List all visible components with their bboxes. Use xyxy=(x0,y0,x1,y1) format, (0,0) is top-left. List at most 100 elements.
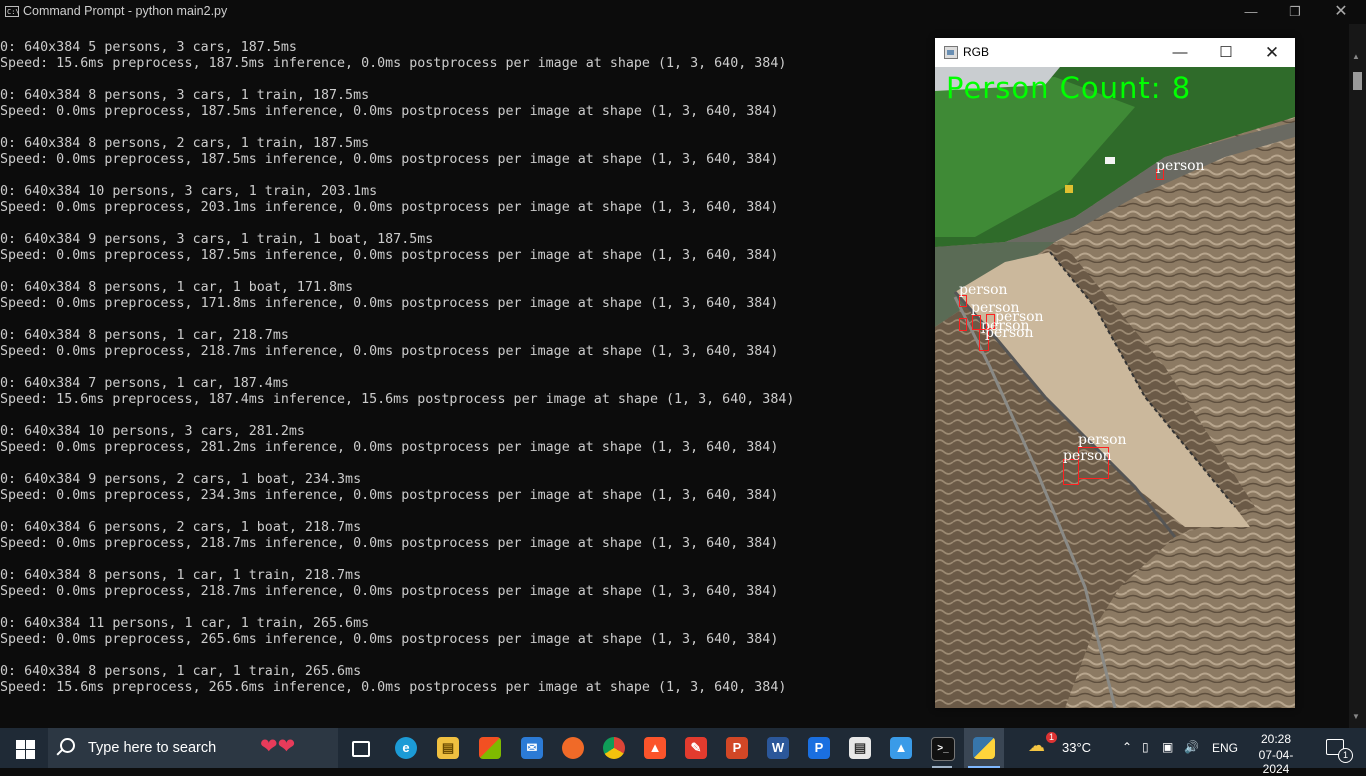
python-icon xyxy=(973,737,995,759)
scroll-thumb[interactable] xyxy=(1353,72,1362,90)
scroll-down-icon[interactable]: ▼ xyxy=(1352,712,1360,721)
windows-logo-icon xyxy=(16,740,25,749)
draw-app[interactable]: ✎ xyxy=(676,728,716,768)
chrome-icon xyxy=(603,737,625,759)
mail-app[interactable]: ✉ xyxy=(512,728,552,768)
file-app[interactable]: ▤ xyxy=(840,728,880,768)
console-line: 0: 640x384 6 persons, 2 cars, 1 boat, 21… xyxy=(0,520,362,535)
store-app[interactable] xyxy=(470,728,510,768)
console-line: Speed: 0.0ms preprocess, 218.7ms inferen… xyxy=(0,344,779,359)
person-count-text: Person Count: 8 xyxy=(946,71,1192,105)
scroll-up-icon[interactable]: ▲ xyxy=(1352,52,1360,61)
word-app[interactable]: W xyxy=(758,728,798,768)
person-label: person xyxy=(1063,448,1112,464)
console-line: Speed: 0.0ms preprocess, 281.2ms inferen… xyxy=(0,440,779,455)
network-icon[interactable]: ▣ xyxy=(1162,740,1173,754)
person-label: person xyxy=(1078,432,1127,448)
firefox-app[interactable] xyxy=(553,728,593,768)
app-window-icon xyxy=(944,46,958,59)
clock-time[interactable]: 20:28 xyxy=(1246,732,1306,746)
pen-icon: ✎ xyxy=(685,737,707,759)
task-view-icon xyxy=(352,741,370,757)
python-app[interactable] xyxy=(964,728,1004,768)
console-output[interactable]: 0: 640x384 5 persons, 3 cars, 187.5ms Spe… xyxy=(0,40,794,696)
person-label: person xyxy=(985,325,1034,341)
rgb-window-title: RGB xyxy=(963,45,990,59)
console-line: 0: 640x384 9 persons, 3 cars, 1 train, 1… xyxy=(0,232,434,247)
powerpoint-app[interactable]: P xyxy=(717,728,757,768)
console-line: 0: 640x384 7 persons, 1 car, 187.4ms xyxy=(0,376,289,391)
terminal-app[interactable]: >_ xyxy=(922,728,962,768)
weather-icon[interactable]: ☁ xyxy=(1028,736,1045,756)
title-bar[interactable]: C:\ Command Prompt - python main2.py — ❐… xyxy=(0,0,1366,24)
console-line: Speed: 0.0ms preprocess, 218.7ms inferen… xyxy=(0,536,779,551)
document-icon: ▤ xyxy=(849,737,871,759)
azure-icon: ▲ xyxy=(890,737,912,759)
console-line: 0: 640x384 11 persons, 1 car, 1 train, 2… xyxy=(0,616,370,631)
hearts-stethoscope-icon: ❤❤ xyxy=(260,735,296,758)
window-title: Command Prompt - python main2.py xyxy=(23,4,228,18)
powerpoint-icon: P xyxy=(726,737,748,759)
vertical-scrollbar[interactable]: ▲ ▼ xyxy=(1349,24,1366,728)
rgb-close-button[interactable]: ✕ xyxy=(1249,38,1295,67)
edge-app[interactable]: e xyxy=(386,728,426,768)
console-line: Speed: 0.0ms preprocess, 203.1ms inferen… xyxy=(0,200,779,215)
rgb-maximize-button[interactable]: ☐ xyxy=(1203,38,1249,67)
folder-icon: ▤ xyxy=(437,737,459,759)
chevron-up-icon[interactable]: ⌃ xyxy=(1122,740,1132,754)
clock-date[interactable]: 07-04-2024 xyxy=(1246,748,1306,776)
device-icon[interactable]: ▯ xyxy=(1142,740,1149,754)
console-line: Speed: 0.0ms preprocess, 171.8ms inferen… xyxy=(0,296,779,311)
minimize-button[interactable]: — xyxy=(1228,0,1274,24)
video-frame: Person Count: 8 person person person person… xyxy=(935,67,1295,708)
console-line: Speed: 15.6ms preprocess, 187.5ms infere… xyxy=(0,56,787,71)
volume-icon[interactable]: 🔊 xyxy=(1184,740,1199,754)
console-line: Speed: 15.6ms preprocess, 265.6ms infere… xyxy=(0,680,787,695)
taskbar-search-box[interactable]: Type here to search ❤❤ xyxy=(48,728,338,768)
start-button[interactable] xyxy=(0,728,48,768)
person-label: person xyxy=(1156,158,1205,174)
search-icon xyxy=(60,738,75,753)
terminal-icon: >_ xyxy=(931,737,955,761)
brave-app[interactable]: ▲ xyxy=(635,728,675,768)
console-line: 0: 640x384 8 persons, 3 cars, 1 train, 1… xyxy=(0,88,370,103)
language-indicator[interactable]: ENG xyxy=(1212,741,1238,755)
console-line: 0: 640x384 5 persons, 3 cars, 187.5ms xyxy=(0,40,297,55)
pdf-app[interactable]: P xyxy=(799,728,839,768)
azure-app[interactable]: ▲ xyxy=(881,728,921,768)
console-line: Speed: 0.0ms preprocess, 187.5ms inferen… xyxy=(0,104,779,119)
rgb-minimize-button[interactable]: — xyxy=(1157,38,1203,67)
restore-button[interactable]: ❐ xyxy=(1272,0,1318,24)
windows-logo-part xyxy=(16,750,25,759)
person-bounding-box xyxy=(959,318,967,331)
task-view-button[interactable] xyxy=(340,728,380,768)
console-line: 0: 640x384 8 persons, 1 car, 1 boat, 171… xyxy=(0,280,354,295)
mail-icon: ✉ xyxy=(521,737,543,759)
rgb-window: RGB — ☐ ✕ Person Count: 8 person person … xyxy=(935,38,1295,708)
file-explorer-app[interactable]: ▤ xyxy=(428,728,468,768)
console-line: Speed: 0.0ms preprocess, 234.3ms inferen… xyxy=(0,488,779,503)
windows-logo-part xyxy=(26,740,35,749)
system-tray: ☁ 1 33°C ⌃ ▯ ▣ 🔊 ENG 20:28 07-04-2024 1 xyxy=(1026,728,1366,776)
taskbar: Type here to search ❤❤ e ▤ ✉ ▲ ✎ P W P ▤… xyxy=(0,728,1366,776)
console-line: 0: 640x384 8 persons, 1 car, 218.7ms xyxy=(0,328,289,343)
store-icon xyxy=(479,737,501,759)
weather-badge: 1 xyxy=(1046,732,1057,743)
rgb-title-bar[interactable]: RGB — ☐ ✕ xyxy=(935,38,1295,67)
close-button[interactable]: ✕ xyxy=(1318,0,1364,24)
edge-icon: e xyxy=(395,737,417,759)
chrome-app[interactable] xyxy=(594,728,634,768)
weather-temperature[interactable]: 33°C xyxy=(1062,740,1091,755)
search-placeholder: Type here to search xyxy=(88,740,217,756)
console-line: 0: 640x384 10 persons, 3 cars, 281.2ms xyxy=(0,424,305,439)
